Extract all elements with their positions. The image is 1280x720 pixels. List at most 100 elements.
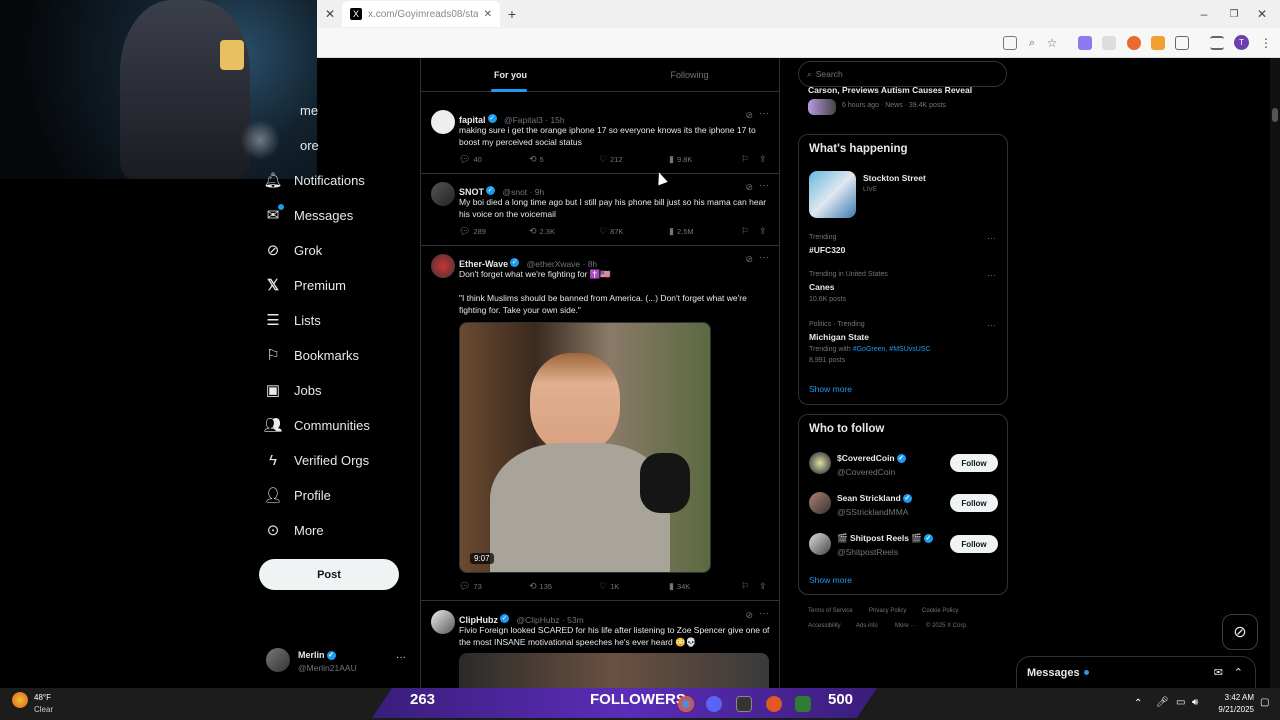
page-scrollbar[interactable] — [1270, 58, 1280, 688]
trend-more-icon[interactable]: ··· — [987, 320, 996, 330]
trend-more-icon[interactable]: ··· — [987, 270, 996, 280]
footer-link-more[interactable]: More ··· — [895, 623, 916, 629]
post-button[interactable]: Post — [259, 559, 399, 590]
network-icon[interactable]: ▭ — [1176, 697, 1185, 708]
browser-menu-icon[interactable]: ⋮ — [1256, 33, 1276, 53]
avatar[interactable] — [809, 492, 831, 514]
follow-suggestion-name[interactable]: Sean Strickland ✓ — [837, 493, 912, 504]
trend-with-tags[interactable]: #GoGreen, #MSUvsUSC — [853, 346, 931, 353]
nav-item-home[interactable]: me — [300, 95, 318, 125]
footer-link-privacy[interactable]: Privacy Policy — [869, 608, 906, 614]
repost-button[interactable]: ⟲ 5 — [529, 154, 544, 165]
live-event-name[interactable]: Stockton Street — [863, 173, 926, 183]
account-avatar[interactable] — [266, 648, 290, 672]
footer-link-accessibility[interactable]: Accessibility — [808, 623, 841, 629]
nav-item-jobs[interactable]: ▣ Jobs — [264, 375, 322, 405]
new-tab-button[interactable]: + — [502, 4, 522, 24]
minimize-button[interactable]: – — [1194, 4, 1214, 24]
share-button[interactable]: ⇪ — [759, 226, 767, 237]
follow-button[interactable]: Follow — [950, 535, 998, 553]
chrome-taskbar-icon[interactable] — [678, 696, 694, 712]
zoom-icon[interactable]: ⌕ — [1022, 33, 1042, 53]
profile-avatar-icon[interactable]: T — [1234, 35, 1249, 50]
show-more-link[interactable]: Show more — [809, 575, 852, 585]
weather-icon[interactable] — [12, 692, 28, 708]
follow-button[interactable]: Follow — [950, 494, 998, 512]
tray-overflow-icon[interactable]: ⌃ — [1134, 698, 1142, 709]
tweet-more-icon[interactable]: ··· — [759, 180, 769, 191]
avatar[interactable] — [431, 182, 455, 206]
avatar[interactable] — [431, 110, 455, 134]
grok-floating-icon[interactable]: ⊘ — [1222, 614, 1258, 650]
nav-item-more[interactable]: ⊙ More — [264, 515, 324, 545]
clock-time[interactable]: 3:42 AM — [1212, 693, 1254, 702]
tweet-more-icon[interactable]: ··· — [759, 252, 769, 263]
footer-link-terms[interactable]: Terms of Service — [808, 608, 853, 614]
tweet-ether-wave[interactable]: Ether-Wave ✓ @etherXwave · 8h ⊘ ··· Don't… — [421, 246, 779, 601]
install-app-icon[interactable] — [1003, 36, 1017, 50]
nav-item-profile[interactable]: 👤︎ Profile — [263, 480, 330, 510]
compose-message-icon[interactable]: ✉ — [1214, 666, 1223, 679]
views-button[interactable]: ▮ 9.8K — [669, 154, 692, 165]
repost-button[interactable]: ⟲ 2.3K — [529, 226, 555, 237]
show-more-link[interactable]: Show more — [809, 384, 852, 394]
weather-temp[interactable]: 48°F — [34, 693, 51, 702]
trend-name[interactable]: #UFC320 — [809, 245, 845, 255]
live-thumbnail[interactable] — [809, 171, 856, 218]
reply-button[interactable]: 💬︎ 289 — [459, 226, 486, 237]
share-button[interactable]: ⇪ — [759, 581, 767, 592]
volume-icon[interactable]: 🔊︎ — [1192, 697, 1198, 708]
messages-drawer[interactable]: Messages ✉ ⌃ — [1016, 656, 1256, 688]
follow-suggestion-name[interactable]: $CoveredCoin ✓ — [837, 453, 906, 464]
grok-explain-icon[interactable]: ⊘ — [745, 610, 753, 621]
tweet-cliphubz[interactable]: ClipHubz ✓ @ClipHubz · 53m ⊘ ··· Fivio Fo… — [421, 602, 779, 688]
bookmark-button[interactable]: ⚐ — [741, 226, 749, 237]
footer-link-ads[interactable]: Ads info — [856, 623, 878, 629]
like-button[interactable]: ♡ 87K — [599, 226, 623, 237]
like-button[interactable]: ♡ 212 — [599, 154, 623, 165]
tweet-video[interactable]: 9:07 — [459, 322, 711, 573]
nav-item-premium[interactable]: 𝕏 Premium — [264, 270, 346, 300]
tweet-more-icon[interactable]: ··· — [759, 108, 769, 119]
discord-taskbar-icon[interactable] — [706, 696, 722, 712]
obs-taskbar-icon[interactable] — [766, 696, 782, 712]
bookmark-button[interactable]: ⚐ — [741, 154, 749, 165]
account-more-icon[interactable]: ··· — [396, 652, 406, 663]
repost-button[interactable]: ⟲ 135 — [529, 581, 552, 592]
trend-more-icon[interactable]: ··· — [987, 233, 996, 243]
browser-tab[interactable]: X x.com/Goyimreads08/status/1 ✕ — [342, 1, 500, 27]
grok-explain-icon[interactable]: ⊘ — [745, 182, 753, 193]
notification-center-icon[interactable]: ▢ — [1260, 697, 1269, 708]
extension-3-icon[interactable] — [1127, 36, 1141, 50]
tab-following[interactable]: Following — [600, 58, 779, 92]
trend-name[interactable]: Canes — [809, 282, 835, 292]
grok-explain-icon[interactable]: ⊘ — [745, 254, 753, 265]
avatar[interactable] — [809, 452, 831, 474]
reply-button[interactable]: 💬︎ 40 — [459, 154, 482, 165]
share-button[interactable]: ⇪ — [759, 154, 767, 165]
account-switcher[interactable]: Merlin ✓ — [298, 650, 336, 661]
nav-item-explore[interactable]: ore — [300, 130, 319, 160]
reading-list-icon[interactable] — [1210, 36, 1224, 50]
avatar[interactable] — [431, 254, 455, 278]
reply-button[interactable]: 💬︎ 73 — [459, 581, 482, 592]
microphone-icon[interactable]: 🎤︎ — [1156, 697, 1169, 708]
nav-item-messages[interactable]: ✉ Messages — [264, 200, 353, 230]
footer-link-cookie[interactable]: Cookie Policy — [922, 608, 958, 614]
follow-button[interactable]: Follow — [950, 454, 998, 472]
bookmark-button[interactable]: ⚐ — [741, 581, 749, 592]
nav-item-verified-orgs[interactable]: ϟ Verified Orgs — [264, 445, 369, 475]
nav-item-communities[interactable]: 👥︎ Communities — [263, 410, 369, 440]
metamask-icon[interactable] — [1151, 36, 1165, 50]
tweet-video[interactable] — [459, 653, 769, 688]
news-headline[interactable]: Carson, Previews Autism Causes Reveal — [808, 86, 1007, 96]
trend-name[interactable]: Michigan State — [809, 332, 869, 342]
views-button[interactable]: ▮ 2.5M — [669, 226, 694, 237]
follow-suggestion-name[interactable]: 🎬 Shitpost Reels 🎬 ✓ — [837, 533, 933, 544]
tweet-fapital[interactable]: fapital ✓ @Fapital3 · 15h ⊘ ··· making su… — [421, 102, 779, 174]
views-button[interactable]: ▮ 34K — [669, 581, 690, 592]
extension-2-icon[interactable] — [1102, 36, 1116, 50]
extensions-puzzle-icon[interactable] — [1175, 36, 1189, 50]
clock-date[interactable]: 9/21/2025 — [1206, 705, 1254, 714]
nav-item-bookmarks[interactable]: ⚐ Bookmarks — [264, 340, 359, 370]
